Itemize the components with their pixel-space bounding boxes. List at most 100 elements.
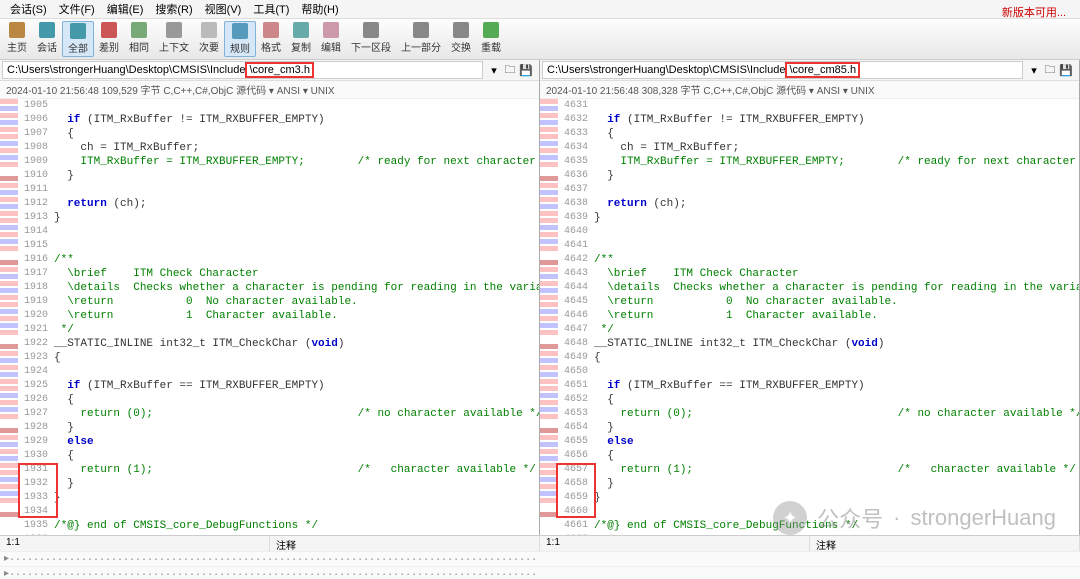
code-line[interactable]: } — [592, 491, 1079, 505]
code-line[interactable] — [592, 99, 1079, 113]
code-line[interactable]: } — [52, 491, 539, 505]
dropdown-icon[interactable]: ▾ — [487, 63, 501, 77]
code-line[interactable] — [52, 533, 539, 535]
code-line[interactable]: return (0); /* no character available */ — [592, 407, 1079, 421]
code-line[interactable]: return (0); /* no character available */ — [52, 407, 539, 421]
left-minimap[interactable] — [0, 99, 18, 535]
menu-item[interactable]: 搜索(R) — [149, 2, 198, 18]
save-icon[interactable]: 💾 — [1059, 63, 1073, 77]
code-line[interactable] — [52, 225, 539, 239]
right-minimap[interactable] — [540, 99, 558, 535]
code-line[interactable]: { — [592, 393, 1079, 407]
code-line[interactable]: } — [52, 477, 539, 491]
toolbar-复制-button[interactable]: 复制 — [286, 21, 316, 57]
dropdown-icon[interactable]: ▾ — [1027, 63, 1041, 77]
code-line[interactable]: ch = ITM_RxBuffer; — [592, 141, 1079, 155]
code-line[interactable] — [592, 225, 1079, 239]
code-line[interactable]: ch = ITM_RxBuffer; — [52, 141, 539, 155]
code-line[interactable] — [592, 239, 1079, 253]
toolbar-全部-button[interactable]: 全部 — [62, 21, 94, 57]
code-line[interactable]: } — [52, 421, 539, 435]
toolbar-次要-button[interactable]: 次要 — [194, 21, 224, 57]
toolbar-上下文-button[interactable]: 上下文 — [154, 21, 194, 57]
code-line[interactable]: \return 0 No character available. — [592, 295, 1079, 309]
left-code[interactable]: if (ITM_RxBuffer != ITM_RXBUFFER_EMPTY) … — [52, 99, 539, 535]
code-line[interactable] — [52, 365, 539, 379]
code-line[interactable]: /*@} end of CMSIS_core_DebugFunctions */ — [52, 519, 539, 533]
code-line[interactable]: { — [592, 127, 1079, 141]
code-line[interactable] — [592, 505, 1079, 519]
code-line[interactable]: { — [52, 393, 539, 407]
code-line[interactable]: } — [52, 211, 539, 225]
code-line[interactable]: */ — [592, 323, 1079, 337]
toolbar-下一区段-button[interactable]: 下一区段 — [346, 21, 396, 57]
code-line[interactable] — [52, 183, 539, 197]
code-line[interactable]: { — [592, 351, 1079, 365]
toolbar-格式-button[interactable]: 格式 — [256, 21, 286, 57]
code-line[interactable] — [592, 533, 1079, 535]
code-line[interactable]: ITM_RxBuffer = ITM_RXBUFFER_EMPTY; /* re… — [52, 155, 539, 169]
code-line[interactable]: { — [52, 449, 539, 463]
toolbar-编辑-button[interactable]: 编辑 — [316, 21, 346, 57]
code-line[interactable]: __STATIC_INLINE int32_t ITM_CheckChar (v… — [592, 337, 1079, 351]
code-line[interactable]: if (ITM_RxBuffer != ITM_RXBUFFER_EMPTY) — [592, 113, 1079, 127]
code-line[interactable]: /** — [52, 253, 539, 267]
code-line[interactable]: */ — [52, 323, 539, 337]
code-line[interactable]: \return 1 Character available. — [592, 309, 1079, 323]
code-line[interactable] — [592, 183, 1079, 197]
code-line[interactable]: } — [592, 421, 1079, 435]
code-line[interactable]: return (1); /* character available */ — [52, 463, 539, 477]
code-line[interactable]: \return 0 No character available. — [52, 295, 539, 309]
code-line[interactable]: \brief ITM Check Character — [592, 267, 1079, 281]
right-path-input[interactable]: C:\Users\strongerHuang\Desktop\CMSIS\Inc… — [542, 61, 1023, 79]
code-line[interactable]: { — [52, 351, 539, 365]
code-line[interactable]: { — [592, 449, 1079, 463]
folder-open-icon[interactable]: 🗀 — [503, 63, 517, 77]
code-line[interactable]: return (1); /* character available */ — [592, 463, 1079, 477]
code-line[interactable]: } — [52, 169, 539, 183]
line-number: 4657 — [558, 463, 588, 477]
code-line[interactable]: else — [52, 435, 539, 449]
right-code[interactable]: if (ITM_RxBuffer != ITM_RXBUFFER_EMPTY) … — [592, 99, 1079, 535]
code-line[interactable] — [52, 505, 539, 519]
code-line[interactable]: \details Checks whether a character is p… — [592, 281, 1079, 295]
folder-open-icon[interactable]: 🗀 — [1043, 63, 1057, 77]
toolbar-上一部分-button[interactable]: 上一部分 — [396, 21, 446, 57]
menu-item[interactable]: 编辑(E) — [101, 2, 150, 18]
toolbar-交换-button[interactable]: 交换 — [446, 21, 476, 57]
toolbar-会话-button[interactable]: 会话 — [32, 21, 62, 57]
toolbar-相同-button[interactable]: 相同 — [124, 21, 154, 57]
code-line[interactable] — [52, 99, 539, 113]
toolbar-差别-button[interactable]: 差别 — [94, 21, 124, 57]
toolbar-重载-button[interactable]: 重载 — [476, 21, 506, 57]
code-line[interactable]: /** — [592, 253, 1079, 267]
code-line[interactable]: } — [592, 477, 1079, 491]
code-line[interactable]: \return 1 Character available. — [52, 309, 539, 323]
toolbar-主页-button[interactable]: 主页 — [2, 21, 32, 57]
code-line[interactable]: \details Checks whether a character is p… — [52, 281, 539, 295]
code-line[interactable]: if (ITM_RxBuffer == ITM_RXBUFFER_EMPTY) — [52, 379, 539, 393]
menu-item[interactable]: 视图(V) — [199, 2, 248, 18]
menu-item[interactable]: 帮助(H) — [295, 2, 344, 18]
menu-item[interactable]: 会话(S) — [4, 2, 53, 18]
code-line[interactable] — [592, 365, 1079, 379]
code-line[interactable]: __STATIC_INLINE int32_t ITM_CheckChar (v… — [52, 337, 539, 351]
left-path-input[interactable]: C:\Users\strongerHuang\Desktop\CMSIS\Inc… — [2, 61, 483, 79]
code-line[interactable]: } — [592, 211, 1079, 225]
code-line[interactable]: } — [592, 169, 1079, 183]
toolbar-规则-button[interactable]: 规则 — [224, 21, 256, 57]
code-line[interactable]: \brief ITM Check Character — [52, 267, 539, 281]
save-icon[interactable]: 💾 — [519, 63, 533, 77]
code-line[interactable]: if (ITM_RxBuffer == ITM_RXBUFFER_EMPTY) — [592, 379, 1079, 393]
code-line[interactable]: else — [592, 435, 1079, 449]
code-line[interactable] — [52, 239, 539, 253]
code-line[interactable]: if (ITM_RxBuffer != ITM_RXBUFFER_EMPTY) — [52, 113, 539, 127]
menu-item[interactable]: 工具(T) — [247, 2, 295, 18]
new-version-link[interactable]: 新版本可用... — [996, 2, 1072, 22]
code-line[interactable]: { — [52, 127, 539, 141]
code-line[interactable]: return (ch); — [592, 197, 1079, 211]
code-line[interactable]: /*@} end of CMSIS_core_DebugFunctions */ — [592, 519, 1079, 533]
menu-item[interactable]: 文件(F) — [53, 2, 101, 18]
code-line[interactable]: return (ch); — [52, 197, 539, 211]
code-line[interactable]: ITM_RxBuffer = ITM_RXBUFFER_EMPTY; /* re… — [592, 155, 1079, 169]
